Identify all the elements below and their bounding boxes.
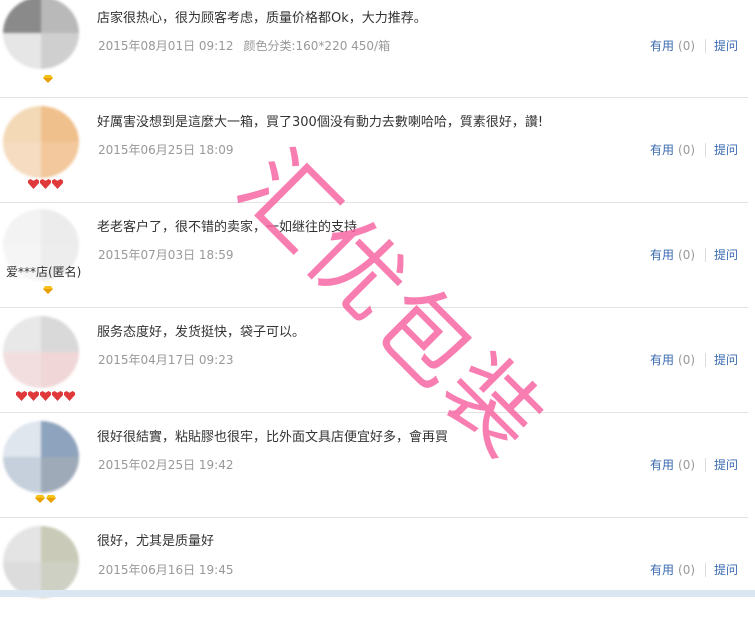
review-date: 2015年08月01日 09:12	[98, 39, 234, 53]
useful-count: (0)	[678, 562, 696, 577]
useful-count: (0)	[678, 352, 696, 367]
review-actions: 有用 (0) 提问	[650, 141, 738, 158]
avatar[interactable]	[3, 421, 79, 493]
reviewer-info	[0, 518, 92, 622]
ask-button[interactable]: 提问	[714, 351, 738, 368]
review-actions: 有用 (0) 提问	[650, 246, 738, 263]
reviewer-info	[0, 308, 92, 412]
review-comment: 好厲害没想到是這麼大一箱，買了300個没有動力去數喇哈哈，質素很好，讚!	[97, 115, 544, 130]
heart-icon	[52, 391, 63, 401]
gold-diamond-icon	[35, 495, 45, 503]
buyer-level-badge	[43, 75, 53, 87]
buyer-level-badge	[16, 391, 75, 403]
avatar[interactable]	[3, 316, 79, 388]
review-comment: 很好很結實，粘貼膠也很牢，比外面文具店便宜好多，會再買	[97, 430, 449, 445]
useful-button[interactable]: 有用	[650, 351, 674, 368]
bottom-scroll-area	[0, 590, 755, 597]
buyer-level-badge	[35, 495, 56, 507]
review-item: 很好，尤其是质量好 2015年06月16日 19:45 有用 (0) 提问	[0, 518, 748, 622]
review-actions: 有用 (0) 提问	[650, 561, 738, 578]
useful-count: (0)	[678, 457, 696, 472]
review-comment: 很好，尤其是质量好	[97, 534, 215, 549]
ask-button[interactable]: 提问	[714, 246, 738, 263]
review-meta: 2015年06月25日 18:09	[98, 141, 233, 158]
review-comment: 服务态度好，发货挺快，袋子可以。	[97, 325, 306, 340]
divider	[705, 38, 707, 53]
sku-info: 颜色分类:160*220 450/箱	[243, 39, 391, 53]
reviewer-info: 爱***店(匿名)	[0, 203, 92, 307]
review-item: 店家很热心，很为顾客考虑，质量价格都Ok，大力推荐。 2015年08月01日 0…	[0, 0, 748, 98]
buyer-level-badge	[28, 179, 63, 191]
review-actions: 有用 (0) 提问	[650, 37, 738, 54]
reviewer-info	[0, 98, 92, 202]
useful-count: (0)	[678, 247, 696, 262]
review-date: 2015年06月25日 18:09	[98, 143, 234, 157]
reviewer-nickname: 爱***店(匿名)	[6, 265, 82, 279]
heart-icon	[64, 391, 75, 401]
avatar[interactable]	[3, 526, 79, 598]
useful-count: (0)	[678, 142, 696, 157]
review-meta: 2015年06月16日 19:45	[98, 561, 233, 578]
ask-button[interactable]: 提问	[714, 141, 738, 158]
review-comment: 老老客户了，很不错的卖家，一如继往的支持	[97, 220, 358, 235]
ask-button[interactable]: 提问	[714, 561, 738, 578]
ask-button[interactable]: 提问	[714, 456, 738, 473]
divider	[705, 352, 707, 367]
buyer-level-badge	[43, 286, 53, 298]
useful-button[interactable]: 有用	[650, 561, 674, 578]
review-date: 2015年04月17日 09:23	[98, 353, 234, 367]
reviewer-info	[0, 0, 92, 97]
heart-icon	[52, 179, 63, 189]
divider	[705, 247, 707, 262]
useful-button[interactable]: 有用	[650, 246, 674, 263]
useful-button[interactable]: 有用	[650, 456, 674, 473]
review-comment: 店家很热心，很为顾客考虑，质量价格都Ok，大力推荐。	[97, 11, 427, 26]
useful-count: (0)	[678, 38, 696, 53]
gold-diamond-icon	[43, 286, 53, 294]
useful-button[interactable]: 有用	[650, 37, 674, 54]
avatar[interactable]	[3, 106, 79, 178]
review-item: 爱***店(匿名) 老老客户了，很不错的卖家，一如继往的支持 2015年07月0…	[0, 203, 748, 308]
heart-icon	[40, 391, 51, 401]
review-actions: 有用 (0) 提问	[650, 456, 738, 473]
review-item: 好厲害没想到是這麼大一箱，買了300個没有動力去數喇哈哈，質素很好，讚! 201…	[0, 98, 748, 203]
review-meta: 2015年07月03日 18:59	[98, 246, 233, 263]
review-date: 2015年02月25日 19:42	[98, 458, 234, 472]
divider	[705, 562, 707, 577]
avatar[interactable]	[3, 0, 79, 69]
review-meta: 2015年08月01日 09:12 颜色分类:160*220 450/箱	[98, 37, 390, 54]
review-meta: 2015年02月25日 19:42	[98, 456, 233, 473]
ask-button[interactable]: 提问	[714, 37, 738, 54]
divider	[705, 457, 707, 472]
reviewer-info	[0, 413, 92, 517]
review-actions: 有用 (0) 提问	[650, 351, 738, 368]
heart-icon	[16, 391, 27, 401]
divider	[705, 142, 707, 157]
review-date: 2015年06月16日 19:45	[98, 563, 234, 577]
useful-button[interactable]: 有用	[650, 141, 674, 158]
review-item: 服务态度好，发货挺快，袋子可以。 2015年04月17日 09:23 有用 (0…	[0, 308, 748, 413]
gold-diamond-icon	[46, 495, 56, 503]
review-date: 2015年07月03日 18:59	[98, 248, 234, 262]
review-item: 很好很結實，粘貼膠也很牢，比外面文具店便宜好多，會再買 2015年02月25日 …	[0, 413, 748, 518]
heart-icon	[40, 179, 51, 189]
heart-icon	[28, 391, 39, 401]
heart-icon	[28, 179, 39, 189]
gold-diamond-icon	[43, 75, 53, 83]
review-meta: 2015年04月17日 09:23	[98, 351, 233, 368]
